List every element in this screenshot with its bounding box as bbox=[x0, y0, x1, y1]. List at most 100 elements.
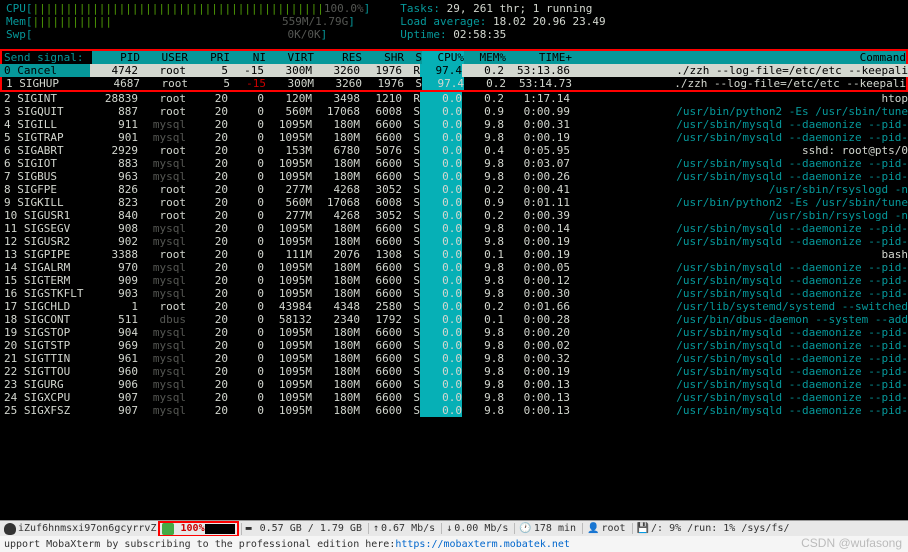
process-row[interactable]: 19 SIGSTOP904mysql2001095M180M6600S0.09.… bbox=[0, 326, 908, 339]
signal-option[interactable]: 9 SIGKILL bbox=[0, 196, 90, 209]
signal-option[interactable]: 6 SIGABRT bbox=[0, 144, 90, 157]
process-row[interactable]: 9 SIGKILL823root200560M170686008S0.00.90… bbox=[0, 196, 908, 209]
status-disk: /: 9% /run: 1% /sys/fs/ bbox=[651, 523, 789, 534]
col-cpu[interactable]: CPU% bbox=[422, 51, 464, 64]
signal-title: Send signal: bbox=[2, 51, 92, 64]
tasks-value: 29, 261 thr; 1 running bbox=[447, 2, 593, 15]
process-row[interactable]: 11 SIGSEGV908mysql2001095M180M6600S0.09.… bbox=[0, 222, 908, 235]
process-row[interactable]: 6 SIGABRT2929root200153M67805076S0.00.40… bbox=[0, 144, 908, 157]
process-row[interactable]: 7 SIGBUS963mysql2001095M180M6600S0.09.80… bbox=[0, 170, 908, 183]
penguin-icon bbox=[4, 523, 16, 535]
disk-icon: 💾 bbox=[637, 523, 649, 534]
uptime-value: 02:58:35 bbox=[453, 28, 506, 41]
load-value: 18.02 20.96 23.49 bbox=[493, 15, 606, 28]
down-arrow-icon: ↓ bbox=[446, 523, 452, 534]
mem-value: 559M/1.79G bbox=[282, 15, 348, 28]
process-row[interactable]: 25 SIGXFSZ907mysql2001095M180M6600S0.09.… bbox=[0, 404, 908, 417]
signal-option[interactable]: 8 SIGFPE bbox=[0, 183, 90, 196]
col-res[interactable]: RES bbox=[314, 51, 362, 64]
signal-option[interactable]: 16 SIGSTKFLT bbox=[0, 287, 90, 300]
process-row[interactable]: 21 SIGTTIN961mysql2001095M180M6600S0.09.… bbox=[0, 352, 908, 365]
process-row[interactable]: 5 SIGTRAP901mysql2001095M180M6600S0.09.8… bbox=[0, 131, 908, 144]
process-row[interactable]: 22 SIGTTOU960mysql2001095M180M6600S0.09.… bbox=[0, 365, 908, 378]
status-mem: 0.57 GB / 1.79 GB bbox=[260, 523, 362, 534]
uptime-label: Uptime: bbox=[400, 28, 446, 41]
process-row[interactable]: 0 Cancel4742root5-15300M32601976R97.40.2… bbox=[0, 64, 908, 77]
col-ni[interactable]: NI bbox=[230, 51, 266, 64]
process-row[interactable]: 20 SIGTSTP969mysql2001095M180M6600S0.09.… bbox=[0, 339, 908, 352]
signal-option[interactable]: 12 SIGUSR2 bbox=[0, 235, 90, 248]
signal-option[interactable]: 24 SIGXCPU bbox=[0, 391, 90, 404]
signal-option[interactable]: 20 SIGTSTP bbox=[0, 339, 90, 352]
process-row[interactable]: 17 SIGCHLD1root2004398443482580S0.00.20:… bbox=[0, 300, 908, 313]
signal-option[interactable]: 4 SIGILL bbox=[0, 118, 90, 131]
user-icon: 👤 bbox=[587, 523, 599, 534]
signal-option[interactable]: 7 SIGBUS bbox=[0, 170, 90, 183]
process-row[interactable]: 3 SIGQUIT887root200560M170686008S0.00.90… bbox=[0, 105, 908, 118]
status-net-dn: 0.00 Mb/s bbox=[454, 523, 508, 534]
signal-option[interactable]: 2 SIGINT bbox=[0, 92, 90, 105]
col-s[interactable]: S bbox=[404, 51, 422, 64]
signal-option[interactable]: 6 SIGIOT bbox=[0, 157, 90, 170]
col-pri[interactable]: PRI bbox=[188, 51, 230, 64]
watermark: CSDN @wufasong bbox=[801, 536, 902, 550]
cpu-label: CPU bbox=[6, 2, 26, 15]
signal-option[interactable]: 10 SIGUSR1 bbox=[0, 209, 90, 222]
process-row[interactable]: 14 SIGALRM970mysql2001095M180M6600S0.09.… bbox=[0, 261, 908, 274]
signal-option[interactable]: 1 SIGHUP bbox=[2, 77, 92, 90]
process-list[interactable]: 0 Cancel4742root5-15300M32601976R97.40.2… bbox=[0, 64, 908, 417]
signal-option[interactable]: 11 SIGSEGV bbox=[0, 222, 90, 235]
signal-option[interactable]: 21 SIGTTIN bbox=[0, 352, 90, 365]
signal-option[interactable]: 25 SIGXFSZ bbox=[0, 404, 90, 417]
signal-option[interactable]: 15 SIGTERM bbox=[0, 274, 90, 287]
status-bar: iZuf6hnmsxi97on6gcyrrvZ 100% ▬0.57 GB / … bbox=[0, 520, 908, 536]
signal-option[interactable]: 23 SIGURG bbox=[0, 378, 90, 391]
swp-value: 0K/0K bbox=[288, 28, 321, 41]
col-shr[interactable]: SHR bbox=[362, 51, 404, 64]
signal-option[interactable]: 13 SIGPIPE bbox=[0, 248, 90, 261]
process-row[interactable]: 6 SIGIOT883mysql2001095M180M6600S0.09.80… bbox=[0, 157, 908, 170]
signal-option[interactable]: 14 SIGALRM bbox=[0, 261, 90, 274]
up-arrow-icon: ↑ bbox=[373, 523, 379, 534]
signal-option[interactable]: 17 SIGCHLD bbox=[0, 300, 90, 313]
signal-option[interactable]: 22 SIGTTOU bbox=[0, 365, 90, 378]
column-header[interactable]: Send signal: PID USER PRI NI VIRT RES SH… bbox=[0, 49, 908, 64]
signal-option[interactable]: 18 SIGCONT bbox=[0, 313, 90, 326]
load-label: Load average: bbox=[400, 15, 486, 28]
tasks-label: Tasks: bbox=[400, 2, 440, 15]
col-mem[interactable]: MEM% bbox=[464, 51, 506, 64]
footer-text: upport MobaXterm by subscribing to the p… bbox=[4, 539, 395, 550]
status-user: root bbox=[601, 523, 625, 534]
cpu-chip-icon bbox=[162, 523, 174, 535]
process-row[interactable]: 4 SIGILL911mysql2001095M180M6600S0.09.80… bbox=[0, 118, 908, 131]
process-row[interactable]: 12 SIGUSR2902mysql2001095M180M6600S0.09.… bbox=[0, 235, 908, 248]
col-user[interactable]: USER bbox=[140, 51, 188, 64]
process-row[interactable]: 23 SIGURG906mysql2001095M180M6600S0.09.8… bbox=[0, 378, 908, 391]
process-row[interactable]: 16 SIGSTKFLT903mysql2001095M180M6600S0.0… bbox=[0, 287, 908, 300]
signal-option[interactable]: 5 SIGTRAP bbox=[0, 131, 90, 144]
col-pid[interactable]: PID bbox=[92, 51, 140, 64]
process-row[interactable]: 15 SIGTERM909mysql2001095M180M6600S0.09.… bbox=[0, 274, 908, 287]
cpu-percent: 100.0% bbox=[324, 2, 364, 15]
process-row[interactable]: 10 SIGUSR1840root200277M42683052S0.00.20… bbox=[0, 209, 908, 222]
htop-header: CPU[||||||||||||||||||||||||||||||||||||… bbox=[0, 0, 908, 43]
signal-option[interactable]: 19 SIGSTOP bbox=[0, 326, 90, 339]
ram-icon: ▬ bbox=[246, 523, 258, 535]
col-time[interactable]: TIME+ bbox=[506, 51, 572, 64]
footer-link[interactable]: https://mobaxterm.mobatek.net bbox=[395, 539, 570, 550]
hostname: iZuf6hnmsxi97on6gcyrrvZ bbox=[18, 523, 156, 534]
process-row[interactable]: 2 SIGINT28839root200120M34981210R0.00.21… bbox=[0, 92, 908, 105]
col-cmd[interactable]: Command bbox=[572, 51, 906, 64]
clock-icon: 🕐 bbox=[519, 523, 531, 534]
signal-cancel[interactable]: 0 Cancel bbox=[0, 64, 90, 77]
status-cpu: 100% bbox=[181, 523, 205, 534]
htop-main: CPU[||||||||||||||||||||||||||||||||||||… bbox=[0, 0, 908, 522]
process-row[interactable]: 24 SIGXCPU907mysql2001095M180M6600S0.09.… bbox=[0, 391, 908, 404]
process-row[interactable]: 1 SIGHUP4687root5-15300M32601976S97.40.2… bbox=[0, 77, 908, 92]
signal-option[interactable]: 3 SIGQUIT bbox=[0, 105, 90, 118]
mem-label: Mem bbox=[6, 15, 26, 28]
col-virt[interactable]: VIRT bbox=[266, 51, 314, 64]
process-row[interactable]: 13 SIGPIPE3388root200111M20761308S0.00.1… bbox=[0, 248, 908, 261]
process-row[interactable]: 18 SIGCONT511dbus2005813223401792S0.00.1… bbox=[0, 313, 908, 326]
process-row[interactable]: 8 SIGFPE826root200277M42683052S0.00.20:0… bbox=[0, 183, 908, 196]
